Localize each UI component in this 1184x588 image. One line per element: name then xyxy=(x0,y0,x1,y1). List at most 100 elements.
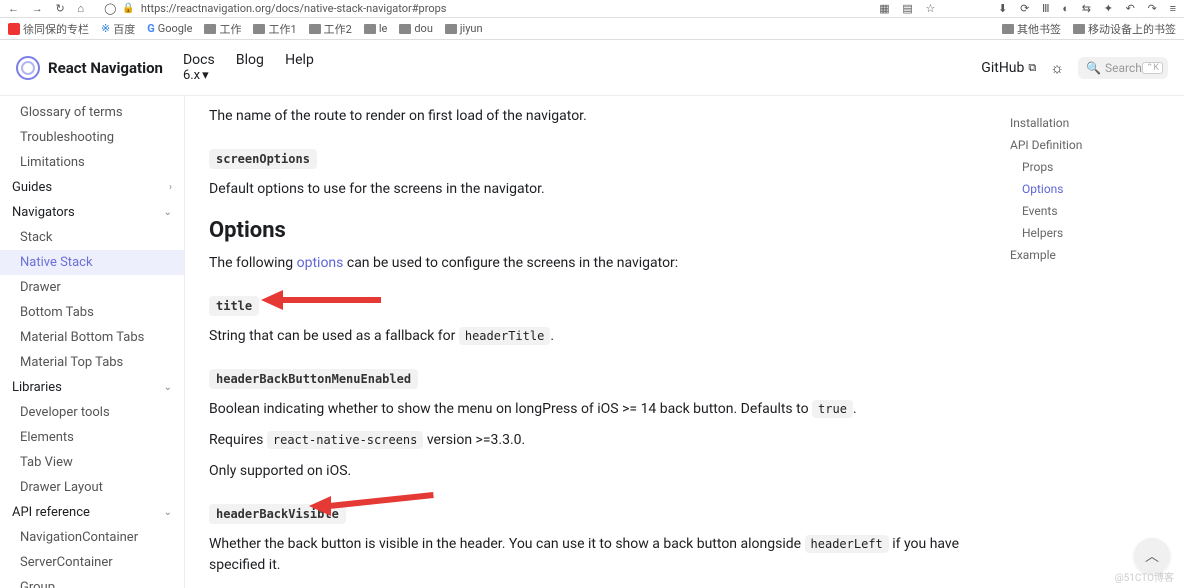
bars-icon[interactable]: Ⅲ xyxy=(1042,2,1050,15)
bookmark-folder[interactable]: le xyxy=(364,22,388,35)
sidebar-cat-guides[interactable]: Guides› xyxy=(0,175,184,200)
sidebar-label: Libraries xyxy=(12,380,62,395)
sidebar-cat-navigators[interactable]: Navigators⌄ xyxy=(0,200,184,225)
sidebar-cat-libraries[interactable]: Libraries ⌄ xyxy=(0,375,184,400)
sidebar-item-elements[interactable]: Elements xyxy=(0,425,184,450)
header-nav: Docs Blog Help 6.x▾ xyxy=(183,52,332,83)
bookmark-item[interactable]: GGoogle xyxy=(147,22,192,35)
sidebar-item-group[interactable]: Group xyxy=(0,575,184,588)
toc-installation[interactable]: Installation xyxy=(1004,112,1174,134)
toc-props[interactable]: Props xyxy=(1004,156,1174,178)
menu-icon[interactable]: ≡ xyxy=(1170,2,1176,15)
star-icon[interactable]: ☆ xyxy=(926,2,936,15)
brand-logo[interactable] xyxy=(16,56,40,80)
folder-icon xyxy=(204,24,216,34)
search-button[interactable]: 🔍 Search ⌃K xyxy=(1078,57,1168,79)
bookmark-item[interactable]: 徐同保的专栏 xyxy=(8,21,89,37)
bookmark-label: 百度 xyxy=(113,21,135,37)
bookmark-label: le xyxy=(379,22,388,35)
url-text: https://reactnavigation.org/docs/native-… xyxy=(141,2,447,15)
bookmark-folder[interactable]: 工作 xyxy=(204,21,241,37)
table-of-contents: Installation API Definition Props Option… xyxy=(994,96,1184,588)
sidebar-item-drawer[interactable]: Drawer xyxy=(0,275,184,300)
folder-icon xyxy=(1073,24,1085,34)
sidebar-item-glossary[interactable]: Glossary of terms xyxy=(0,100,184,125)
inline-code: react-native-screens xyxy=(267,431,424,449)
ext1-icon[interactable]: ◐ xyxy=(1062,2,1069,15)
sidebar-label: NavigationContainer xyxy=(20,530,138,545)
toc-example[interactable]: Example xyxy=(1004,244,1174,266)
main-content: The name of the route to render on first… xyxy=(185,96,994,588)
ext4-icon[interactable]: ↶ xyxy=(1126,2,1135,15)
nav-blog[interactable]: Blog xyxy=(236,52,264,68)
bookmark-folder[interactable]: 工作2 xyxy=(309,21,352,37)
sidebar-label: Developer tools xyxy=(20,405,110,420)
sidebar-item-native-stack[interactable]: Native Stack xyxy=(0,250,184,275)
nav-help[interactable]: Help xyxy=(285,52,314,68)
bookmark-favicon: ※ xyxy=(101,22,110,35)
header-back-visible-desc: Whether the back button is visible in th… xyxy=(209,534,970,576)
sidebar-label: Limitations xyxy=(20,155,85,170)
sidebar-item-bottom-tabs[interactable]: Bottom Tabs xyxy=(0,300,184,325)
sidebar-item-drawer-layout[interactable]: Drawer Layout xyxy=(0,475,184,500)
inline-code: headerLeft xyxy=(805,535,889,553)
options-intro: The following options can be used to con… xyxy=(209,253,970,274)
options-link[interactable]: options xyxy=(297,255,344,271)
bookmark-folder[interactable]: dou xyxy=(399,22,433,35)
toc-helpers[interactable]: Helpers xyxy=(1004,222,1174,244)
github-link[interactable]: GitHub⧉ xyxy=(981,60,1036,76)
text: Requires xyxy=(209,432,267,448)
reader-icon[interactable]: ▤ xyxy=(902,2,912,15)
sidebar-item-navigation-container[interactable]: NavigationContainer xyxy=(0,525,184,550)
toc-events[interactable]: Events xyxy=(1004,200,1174,222)
bookmark-folder[interactable]: 工作1 xyxy=(253,21,296,37)
bookmark-folder[interactable]: jiyun xyxy=(445,22,483,35)
ext5-icon[interactable]: ↷ xyxy=(1148,2,1157,15)
sidebar-item-developer-tools[interactable]: Developer tools xyxy=(0,400,184,425)
sidebar-label: Drawer Layout xyxy=(20,480,103,495)
screen-options-desc: Default options to use for the screens i… xyxy=(209,179,970,200)
ext3-icon[interactable]: ✦ xyxy=(1104,2,1113,15)
reload-icon[interactable]: ↻ xyxy=(55,2,64,15)
bookmark-label: 工作1 xyxy=(268,21,296,37)
sidebar-item-material-top-tabs[interactable]: Material Top Tabs xyxy=(0,350,184,375)
toc-api-definition[interactable]: API Definition xyxy=(1004,134,1174,156)
sidebar-label: Material Bottom Tabs xyxy=(20,330,144,345)
initial-route-desc: The name of the route to render on first… xyxy=(209,106,970,127)
inline-code: headerTitle xyxy=(459,327,550,345)
sidebar-item-troubleshooting[interactable]: Troubleshooting xyxy=(0,125,184,150)
chevron-down-icon: ⌄ xyxy=(164,382,172,393)
text: version >=3.3.0. xyxy=(423,432,525,448)
header-back-menu-desc: Boolean indicating whether to show the m… xyxy=(209,399,970,420)
version-dropdown[interactable]: 6.x▾ xyxy=(183,68,332,83)
github-label: GitHub xyxy=(981,60,1024,76)
folder-icon xyxy=(364,24,376,34)
bookmark-folder[interactable]: 其他书签 xyxy=(1002,21,1061,37)
toc-options[interactable]: Options xyxy=(1004,178,1174,200)
folder-icon xyxy=(253,24,265,34)
home-icon[interactable]: ⌂ xyxy=(77,2,84,15)
theme-toggle[interactable]: ☼ xyxy=(1050,59,1064,77)
back-icon[interactable]: ← xyxy=(8,2,19,15)
bookmark-item[interactable]: ※百度 xyxy=(101,21,135,37)
forward-icon[interactable]: → xyxy=(32,2,43,15)
sidebar-label: Guides xyxy=(12,180,52,195)
nav-docs[interactable]: Docs xyxy=(183,52,215,68)
sidebar-item-tab-view[interactable]: Tab View xyxy=(0,450,184,475)
sidebar-item-limitations[interactable]: Limitations xyxy=(0,150,184,175)
address-bar[interactable]: ◯ 🔒 https://reactnavigation.org/docs/nat… xyxy=(104,2,859,15)
sidebar-item-server-container[interactable]: ServerContainer xyxy=(0,550,184,575)
download-icon[interactable]: ⬇ xyxy=(998,2,1007,15)
sync-icon[interactable]: ⟳ xyxy=(1020,2,1029,15)
sidebar-item-stack[interactable]: Stack xyxy=(0,225,184,250)
bookmark-label: 其他书签 xyxy=(1017,21,1061,37)
requires-desc: Requires react-native-screens version >=… xyxy=(209,430,970,451)
qr-icon[interactable]: ▦ xyxy=(879,2,889,15)
chevron-down-icon: ⌄ xyxy=(164,207,172,218)
sidebar-cat-api-reference[interactable]: API reference⌄ xyxy=(0,500,184,525)
ext2-icon[interactable]: ⇆ xyxy=(1082,2,1091,15)
sidebar-item-material-bottom-tabs[interactable]: Material Bottom Tabs xyxy=(0,325,184,350)
bookmark-label: 工作 xyxy=(219,21,241,37)
brand-name[interactable]: React Navigation xyxy=(48,59,163,77)
bookmark-folder[interactable]: 移动设备上的书签 xyxy=(1073,21,1176,37)
